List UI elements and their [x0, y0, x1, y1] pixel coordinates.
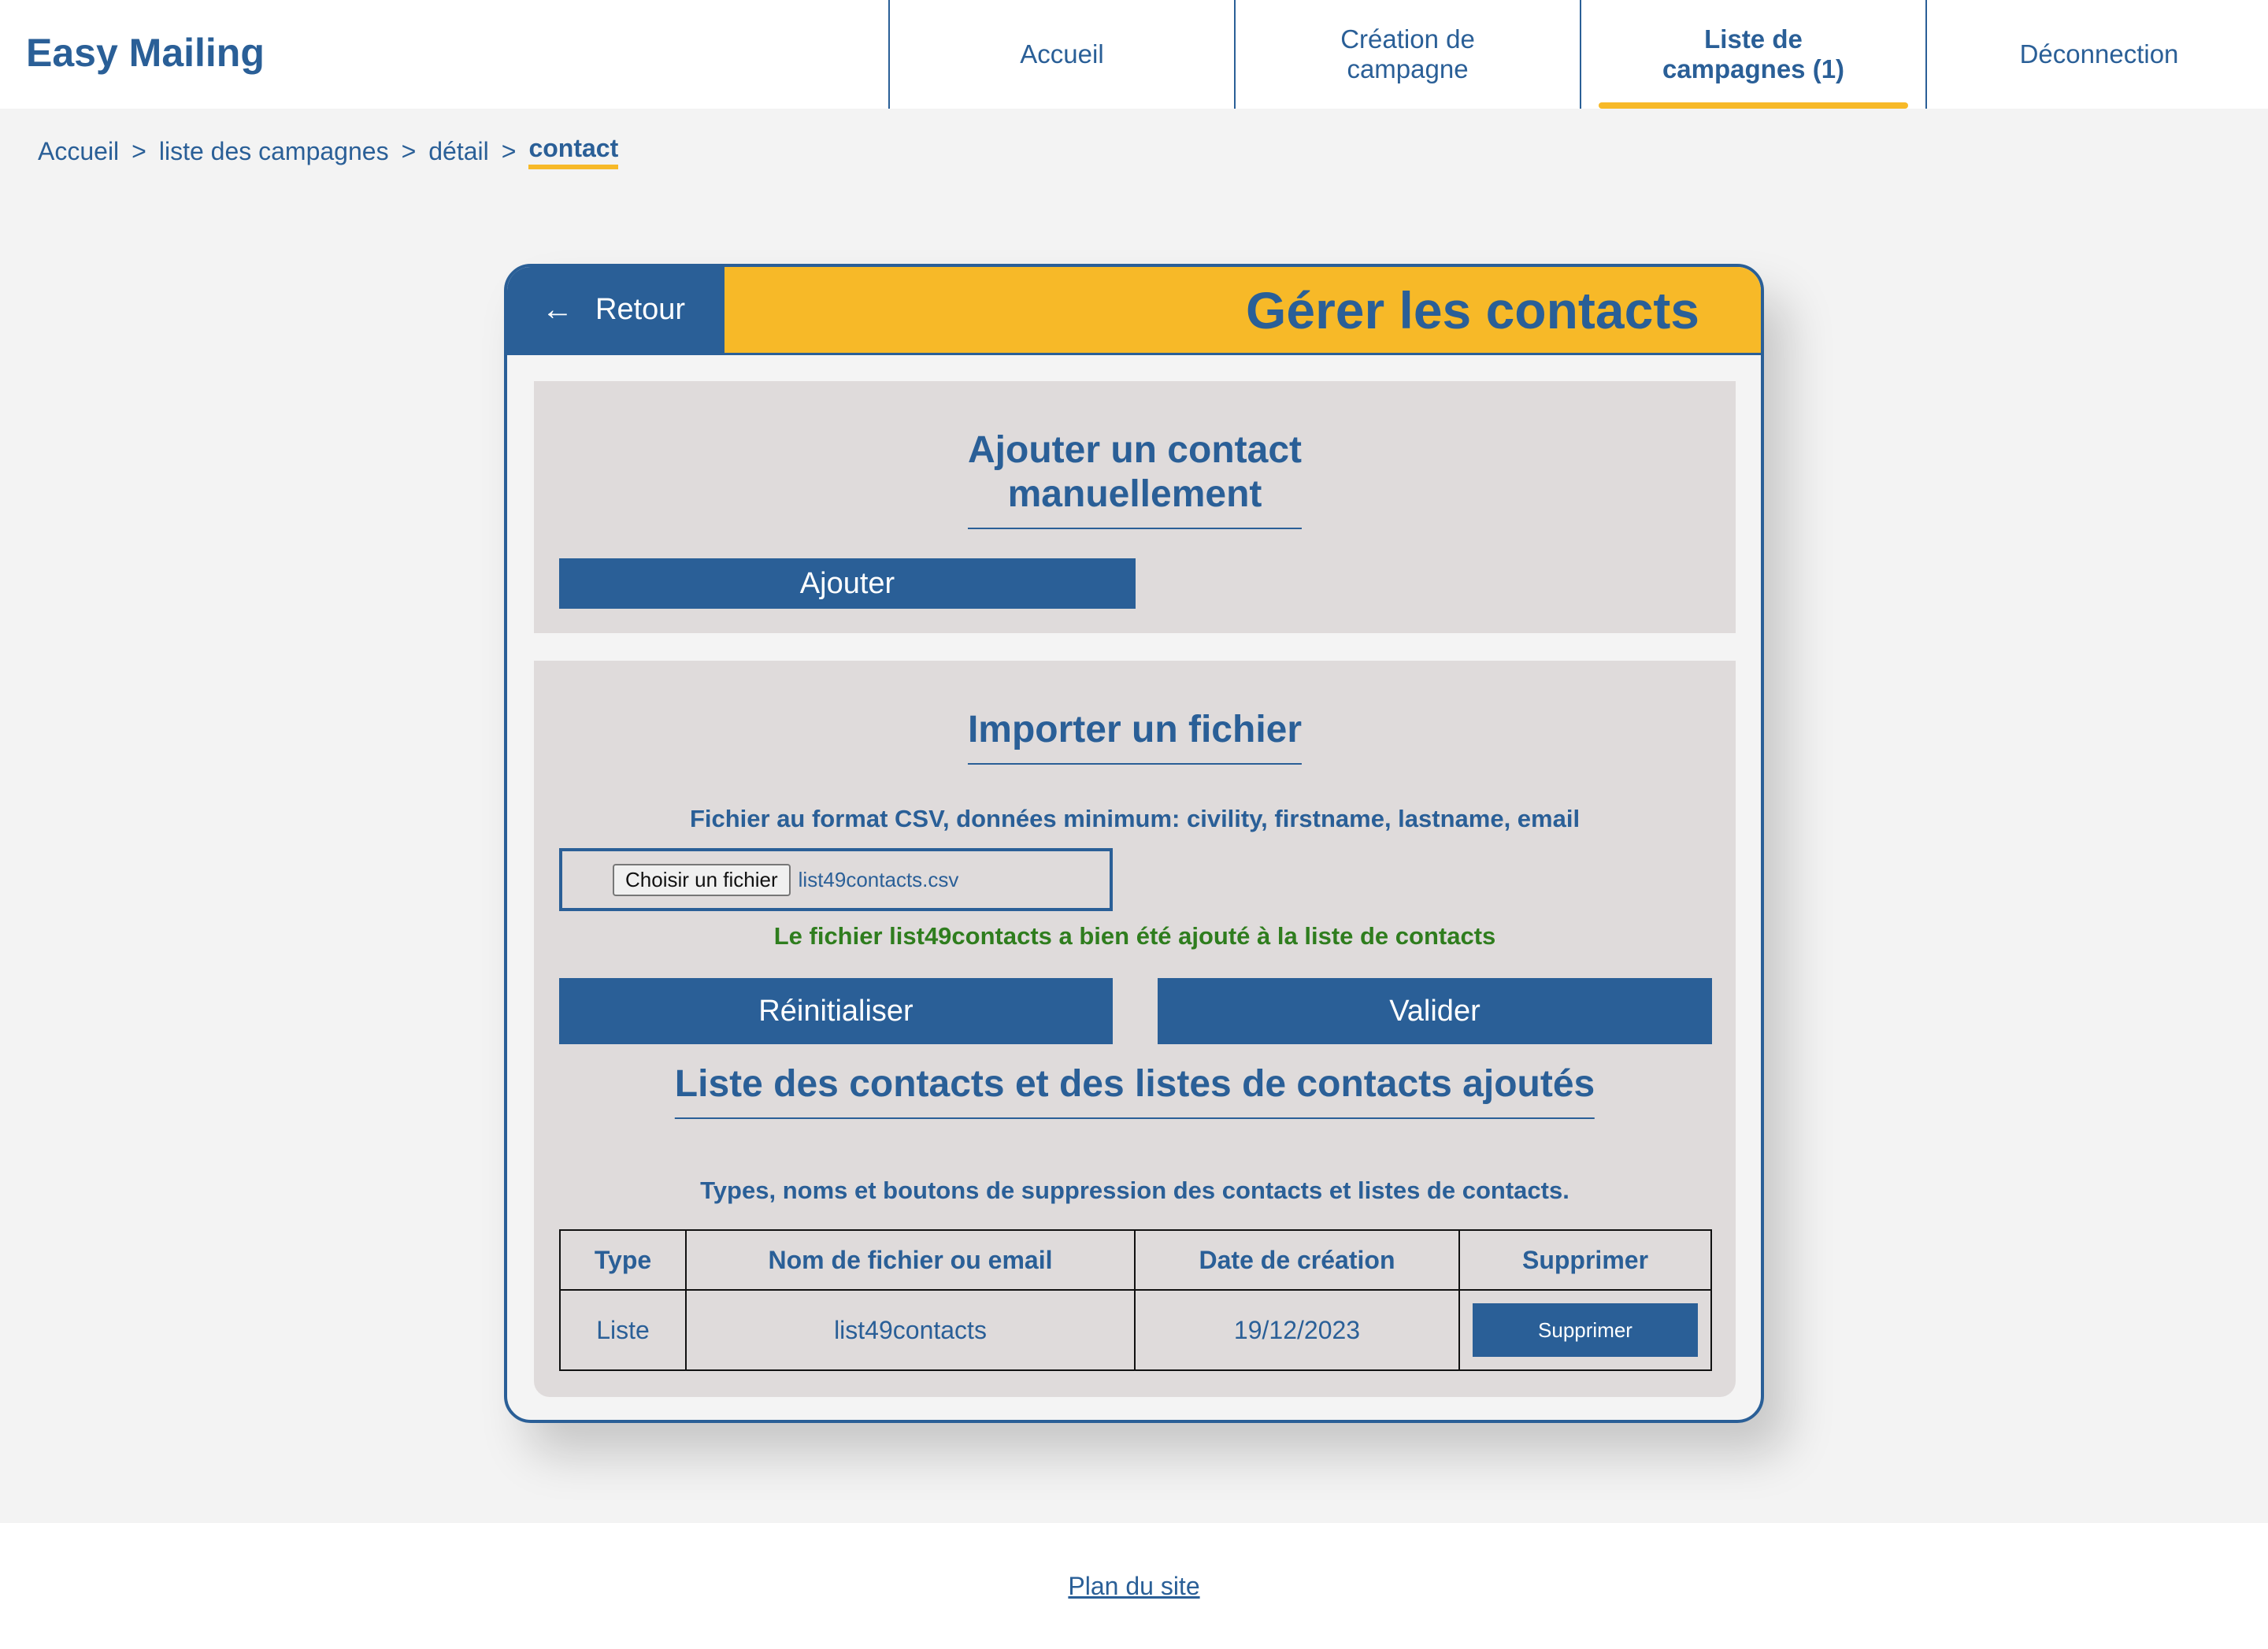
file-input[interactable]: Choisir un fichier list49contacts.csv	[559, 848, 1113, 911]
choose-file-button[interactable]: Choisir un fichier	[613, 863, 791, 896]
breadcrumb-liste-campagnes[interactable]: liste des campagnes	[159, 137, 389, 166]
main-nav: Accueil Création de campagne Liste de ca…	[888, 0, 2268, 109]
breadcrumb-detail[interactable]: détail	[428, 137, 489, 166]
nav-item-accueil[interactable]: Accueil	[888, 0, 1234, 109]
contacts-list-title: Liste des contacts et des listes de cont…	[674, 1062, 1595, 1119]
cell-type: Liste	[559, 1289, 687, 1371]
arrow-left-icon: ←	[542, 292, 573, 327]
column-header-name: Nom de fichier ou email	[685, 1229, 1136, 1291]
contacts-card: ← Retour Gérer les contacts Ajouter un c…	[504, 264, 1764, 1423]
card-header: ← Retour Gérer les contacts	[507, 267, 1761, 355]
sitemap-link[interactable]: Plan du site	[1068, 1572, 1199, 1603]
import-section-title: Importer un fichier	[967, 708, 1303, 765]
cell-name: list49contacts	[685, 1289, 1136, 1371]
breadcrumb-separator: >	[401, 137, 417, 165]
manual-contact-section: Ajouter un contact manuellement Ajouter	[534, 381, 1736, 633]
import-success-message: Le fichier list49contacts a bien été ajo…	[773, 922, 1496, 950]
nav-item-creation-campagne[interactable]: Création de campagne	[1234, 0, 1580, 109]
nav-item-deconnection[interactable]: Déconnection	[1925, 0, 2268, 109]
csv-format-hint: Fichier au format CSV, données minimum: …	[689, 805, 1581, 832]
page-title: Gérer les contacts	[1246, 280, 1699, 339]
cell-date: 19/12/2023	[1134, 1289, 1460, 1371]
reset-button[interactable]: Réinitialiser	[559, 978, 1113, 1044]
delete-button[interactable]: Supprimer	[1473, 1303, 1698, 1357]
table-row: Liste list49contacts 19/12/2023 Supprime…	[559, 1289, 1712, 1371]
breadcrumb-separator: >	[501, 137, 517, 165]
cell-action: Supprimer	[1458, 1289, 1712, 1371]
site-footer: Plan du site	[0, 1523, 2268, 1649]
nav-item-liste-campagnes[interactable]: Liste de campagnes (1)	[1580, 0, 1925, 109]
breadcrumb-separator: >	[132, 137, 146, 165]
column-header-type: Type	[559, 1229, 687, 1291]
column-header-delete: Supprimer	[1458, 1229, 1712, 1291]
submit-button[interactable]: Valider	[1158, 978, 1712, 1044]
selected-file-name: list49contacts.csv	[798, 867, 959, 891]
contacts-table-caption: Types, noms et boutons de suppression de…	[700, 1177, 1569, 1204]
back-label: Retour	[595, 293, 686, 326]
column-header-date: Date de création	[1134, 1229, 1460, 1291]
import-file-section: Importer un fichier Fichier au format CS…	[534, 661, 1736, 1397]
site-header: Easy Mailing Accueil Création de campagn…	[0, 0, 2268, 109]
breadcrumb-current: contact	[528, 134, 619, 169]
table-header-row: Type Nom de fichier ou email Date de cré…	[559, 1229, 1712, 1291]
card-title-bar: Gérer les contacts	[724, 267, 1761, 353]
manual-section-title: Ajouter un contact manuellement	[967, 428, 1303, 529]
add-contact-button[interactable]: Ajouter	[559, 558, 1136, 609]
breadcrumb-accueil[interactable]: Accueil	[38, 137, 119, 166]
brand-logo[interactable]: Easy Mailing	[26, 30, 265, 76]
back-button[interactable]: ← Retour	[507, 267, 724, 353]
contacts-table: Type Nom de fichier ou email Date de cré…	[559, 1229, 1712, 1371]
breadcrumb: Accueil > liste des campagnes > détail >…	[38, 134, 619, 169]
